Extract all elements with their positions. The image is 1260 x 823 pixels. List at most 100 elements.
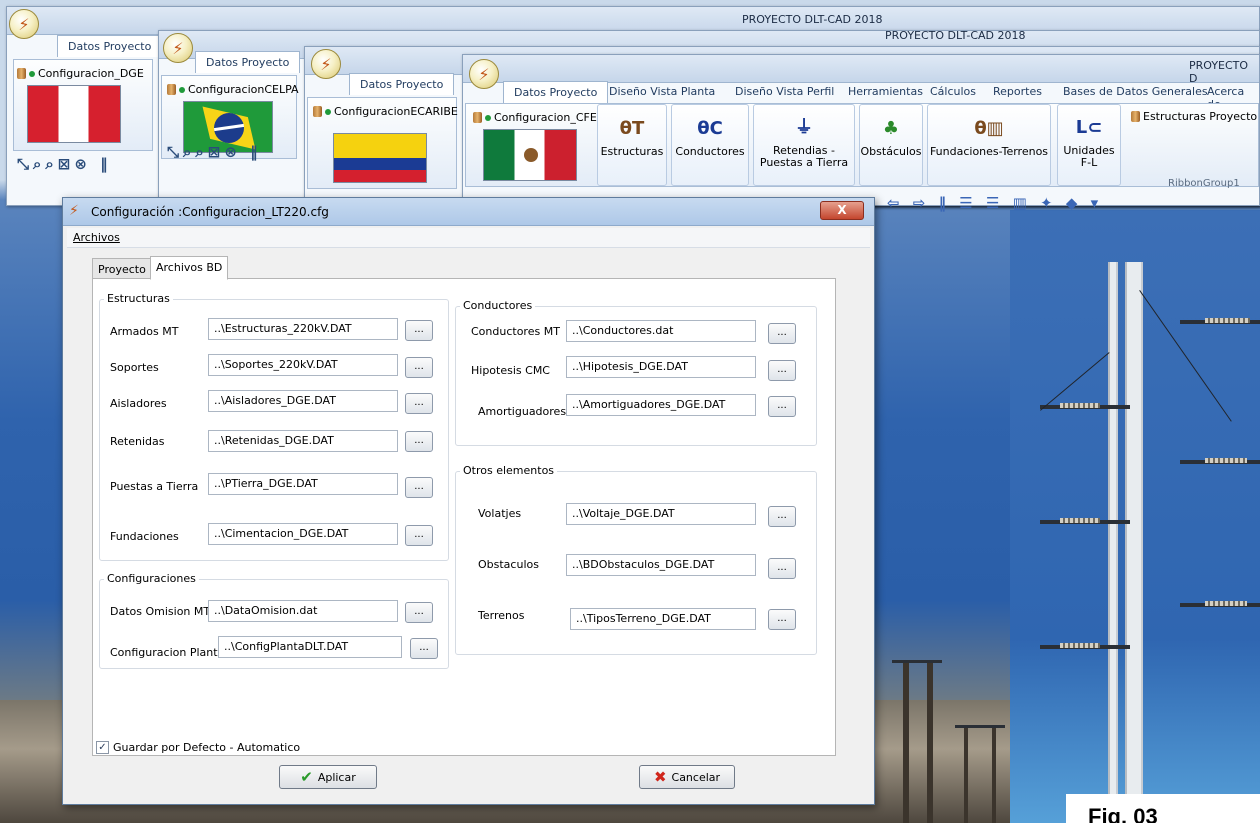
guardar-por-defecto-checkbox[interactable]: ✓	[96, 741, 109, 754]
obstacle-icon: ♣	[882, 117, 900, 139]
otros-elementos-group: Otros elementos Volatjes ..\Voltaje_DGE.…	[455, 464, 817, 655]
terrenos-browse-button[interactable]: ...	[768, 609, 796, 630]
conductores-legend: Conductores	[460, 299, 536, 312]
status-dot-icon	[29, 70, 35, 77]
ground-icon: ⏚	[795, 117, 813, 138]
menu-bar: Archivos	[67, 228, 870, 248]
app-title: PROYECTO DLT-CAD 2018	[742, 13, 883, 26]
conductores-button[interactable]: θC Conductores	[671, 104, 749, 186]
conductores-mt-field[interactable]: ..\Conductores.dat	[566, 320, 756, 342]
structure-icon: θT	[619, 117, 645, 139]
tab-datos-proyecto[interactable]: Datos Proyecto	[349, 73, 455, 95]
conductores-mt-label: Conductores MT	[471, 325, 560, 338]
database-icon	[167, 84, 176, 95]
config-button-cfe[interactable]: Configuracion_CFE	[473, 111, 597, 124]
tab-bases-de-datos-generales[interactable]: Bases de Datos Generales	[1053, 81, 1218, 103]
retenidas-field[interactable]: ..\Retenidas_DGE.DAT	[208, 430, 398, 452]
configuracion-planta-field[interactable]: ..\ConfigPlantaDLT.DAT	[218, 636, 402, 658]
datos-omision-mt-browse-button[interactable]: ...	[405, 602, 433, 623]
menu-archivos[interactable]: Archivos	[73, 231, 120, 244]
fundaciones-terrenos-button[interactable]: θ▥ Fundaciones-Terrenos	[927, 104, 1051, 186]
hipotesis-cmc-browse-button[interactable]: ...	[768, 360, 796, 381]
aisladores-browse-button[interactable]: ...	[405, 393, 433, 414]
cancel-x-icon: ✖	[653, 768, 667, 786]
tab-acerca-de[interactable]: Acerca de	[1197, 81, 1259, 111]
wood-cross-arm	[955, 725, 1005, 728]
tab-datos-proyecto[interactable]: Datos Proyecto	[195, 51, 301, 73]
app-menu-icon[interactable]: ⚡	[163, 33, 193, 63]
database-icon	[313, 106, 322, 117]
tab-herramientas[interactable]: Herramientas	[838, 81, 933, 103]
app-menu-icon[interactable]: ⚡	[9, 9, 39, 39]
estructuras-label: Estructuras	[600, 145, 664, 158]
fundaciones-field[interactable]: ..\Cimentacion_DGE.DAT	[208, 523, 398, 545]
estructuras-button[interactable]: θT Estructuras	[597, 104, 667, 186]
transmission-pole	[1125, 262, 1143, 823]
guardar-por-defecto-label: Guardar por Defecto - Automatico	[113, 741, 301, 754]
tab-archivos-bd[interactable]: Archivos BD	[150, 256, 229, 280]
unidades-label: Unidades F-L	[1063, 144, 1115, 169]
apply-button[interactable]: ✔ Aplicar	[279, 765, 377, 789]
unidades-f-l-button[interactable]: L⊂ Unidades F-L	[1057, 104, 1121, 186]
app-menu-icon[interactable]: ⚡	[311, 49, 341, 79]
cancel-button[interactable]: ✖ Cancelar	[639, 765, 735, 789]
retendias-label: Retendias - Puestas a Tierra	[759, 144, 849, 169]
config-button-celpa[interactable]: ConfiguracionCELPA	[167, 83, 299, 96]
tab-datos-proyecto[interactable]: Datos Proyecto	[57, 35, 163, 57]
tab-diseno-vista-planta[interactable]: Diseño Vista Planta	[599, 81, 725, 103]
volatjes-field[interactable]: ..\Voltaje_DGE.DAT	[566, 503, 756, 525]
estructuras-proyecto-link[interactable]: Estructuras Proyecto	[1131, 110, 1257, 123]
status-dot-icon	[325, 108, 331, 115]
config-label: ConfiguracionECARIBE	[334, 105, 458, 118]
armados-mt-browse-button[interactable]: ...	[405, 320, 433, 341]
hipotesis-cmc-field[interactable]: ..\Hipotesis_DGE.DAT	[566, 356, 756, 378]
retendias-puestas-a-tierra-button[interactable]: ⏚ Retendias - Puestas a Tierra	[753, 104, 855, 186]
zoom-toolbar-icons[interactable]: ⤡⌕⌕⊠⊗ ‖	[17, 155, 112, 173]
tab-proyecto[interactable]: Proyecto	[92, 258, 152, 280]
database-icon	[1131, 111, 1140, 122]
volatjes-browse-button[interactable]: ...	[768, 506, 796, 527]
navigation-toolbar-icons[interactable]: ⇦ ⇨ ‖ ☰ ☰ ▥ ✦ ◆ ▾	[887, 194, 1102, 212]
configuraciones-legend: Configuraciones	[104, 572, 199, 585]
tab-diseno-vista-perfil[interactable]: Diseño Vista Perfil	[725, 81, 844, 103]
app-menu-icon[interactable]: ⚡	[469, 59, 499, 89]
close-button[interactable]: X	[820, 201, 864, 220]
zoom-toolbar-icons[interactable]: ⤡⌕⌕⊠⊗ ‖	[167, 143, 262, 161]
aisladores-label: Aisladores	[110, 397, 167, 410]
otros-elementos-legend: Otros elementos	[460, 464, 558, 477]
obstaculos-button[interactable]: ♣ Obstáculos	[859, 104, 923, 186]
aisladores-field[interactable]: ..\Aisladores_DGE.DAT	[208, 390, 398, 412]
amortiguadores-label: Amortiguadores	[478, 405, 567, 418]
tab-reportes[interactable]: Reportes	[983, 81, 1052, 103]
config-button-dge[interactable]: Configuracion_DGE	[17, 67, 144, 80]
insulator	[1205, 458, 1247, 463]
armados-mt-field[interactable]: ..\Estructuras_220kV.DAT	[208, 318, 398, 340]
tab-datos-proyecto[interactable]: Datos Proyecto	[503, 81, 609, 103]
obstaculos-label: Obstáculos	[860, 145, 922, 158]
retenidas-browse-button[interactable]: ...	[405, 431, 433, 452]
datos-omision-mt-field[interactable]: ..\DataOmision.dat	[208, 600, 398, 622]
soportes-browse-button[interactable]: ...	[405, 357, 433, 378]
app-title-2: PROYECTO DLT-CAD 2018	[885, 29, 1026, 42]
conductores-mt-browse-button[interactable]: ...	[768, 323, 796, 344]
wood-pole	[992, 725, 996, 823]
amortiguadores-field[interactable]: ..\Amortiguadores_DGE.DAT	[566, 394, 756, 416]
obstaculos-field[interactable]: ..\BDObstaculos_DGE.DAT	[566, 554, 756, 576]
insulator	[1060, 518, 1100, 523]
estructuras-legend: Estructuras	[104, 292, 173, 305]
configuracion-planta-browse-button[interactable]: ...	[410, 638, 438, 659]
fundaciones-browse-button[interactable]: ...	[405, 525, 433, 546]
status-dot-icon	[485, 114, 491, 121]
configuraciones-group: Configuraciones Datos Omision MT ..\Data…	[99, 572, 449, 669]
puestas-a-tierra-browse-button[interactable]: ...	[405, 477, 433, 498]
figure-label: Fig. 03	[1066, 794, 1260, 823]
config-button-ecaribe[interactable]: ConfiguracionECARIBE	[313, 105, 458, 118]
apply-label: Aplicar	[317, 770, 356, 784]
tab-calculos[interactable]: Cálculos	[920, 81, 986, 103]
soportes-field[interactable]: ..\Soportes_220kV.DAT	[208, 354, 398, 376]
obstaculos-browse-button[interactable]: ...	[768, 558, 796, 579]
puestas-a-tierra-field[interactable]: ..\PTierra_DGE.DAT	[208, 473, 398, 495]
terrenos-field[interactable]: ..\TiposTerreno_DGE.DAT	[570, 608, 756, 630]
database-icon	[473, 112, 482, 123]
amortiguadores-browse-button[interactable]: ...	[768, 396, 796, 417]
